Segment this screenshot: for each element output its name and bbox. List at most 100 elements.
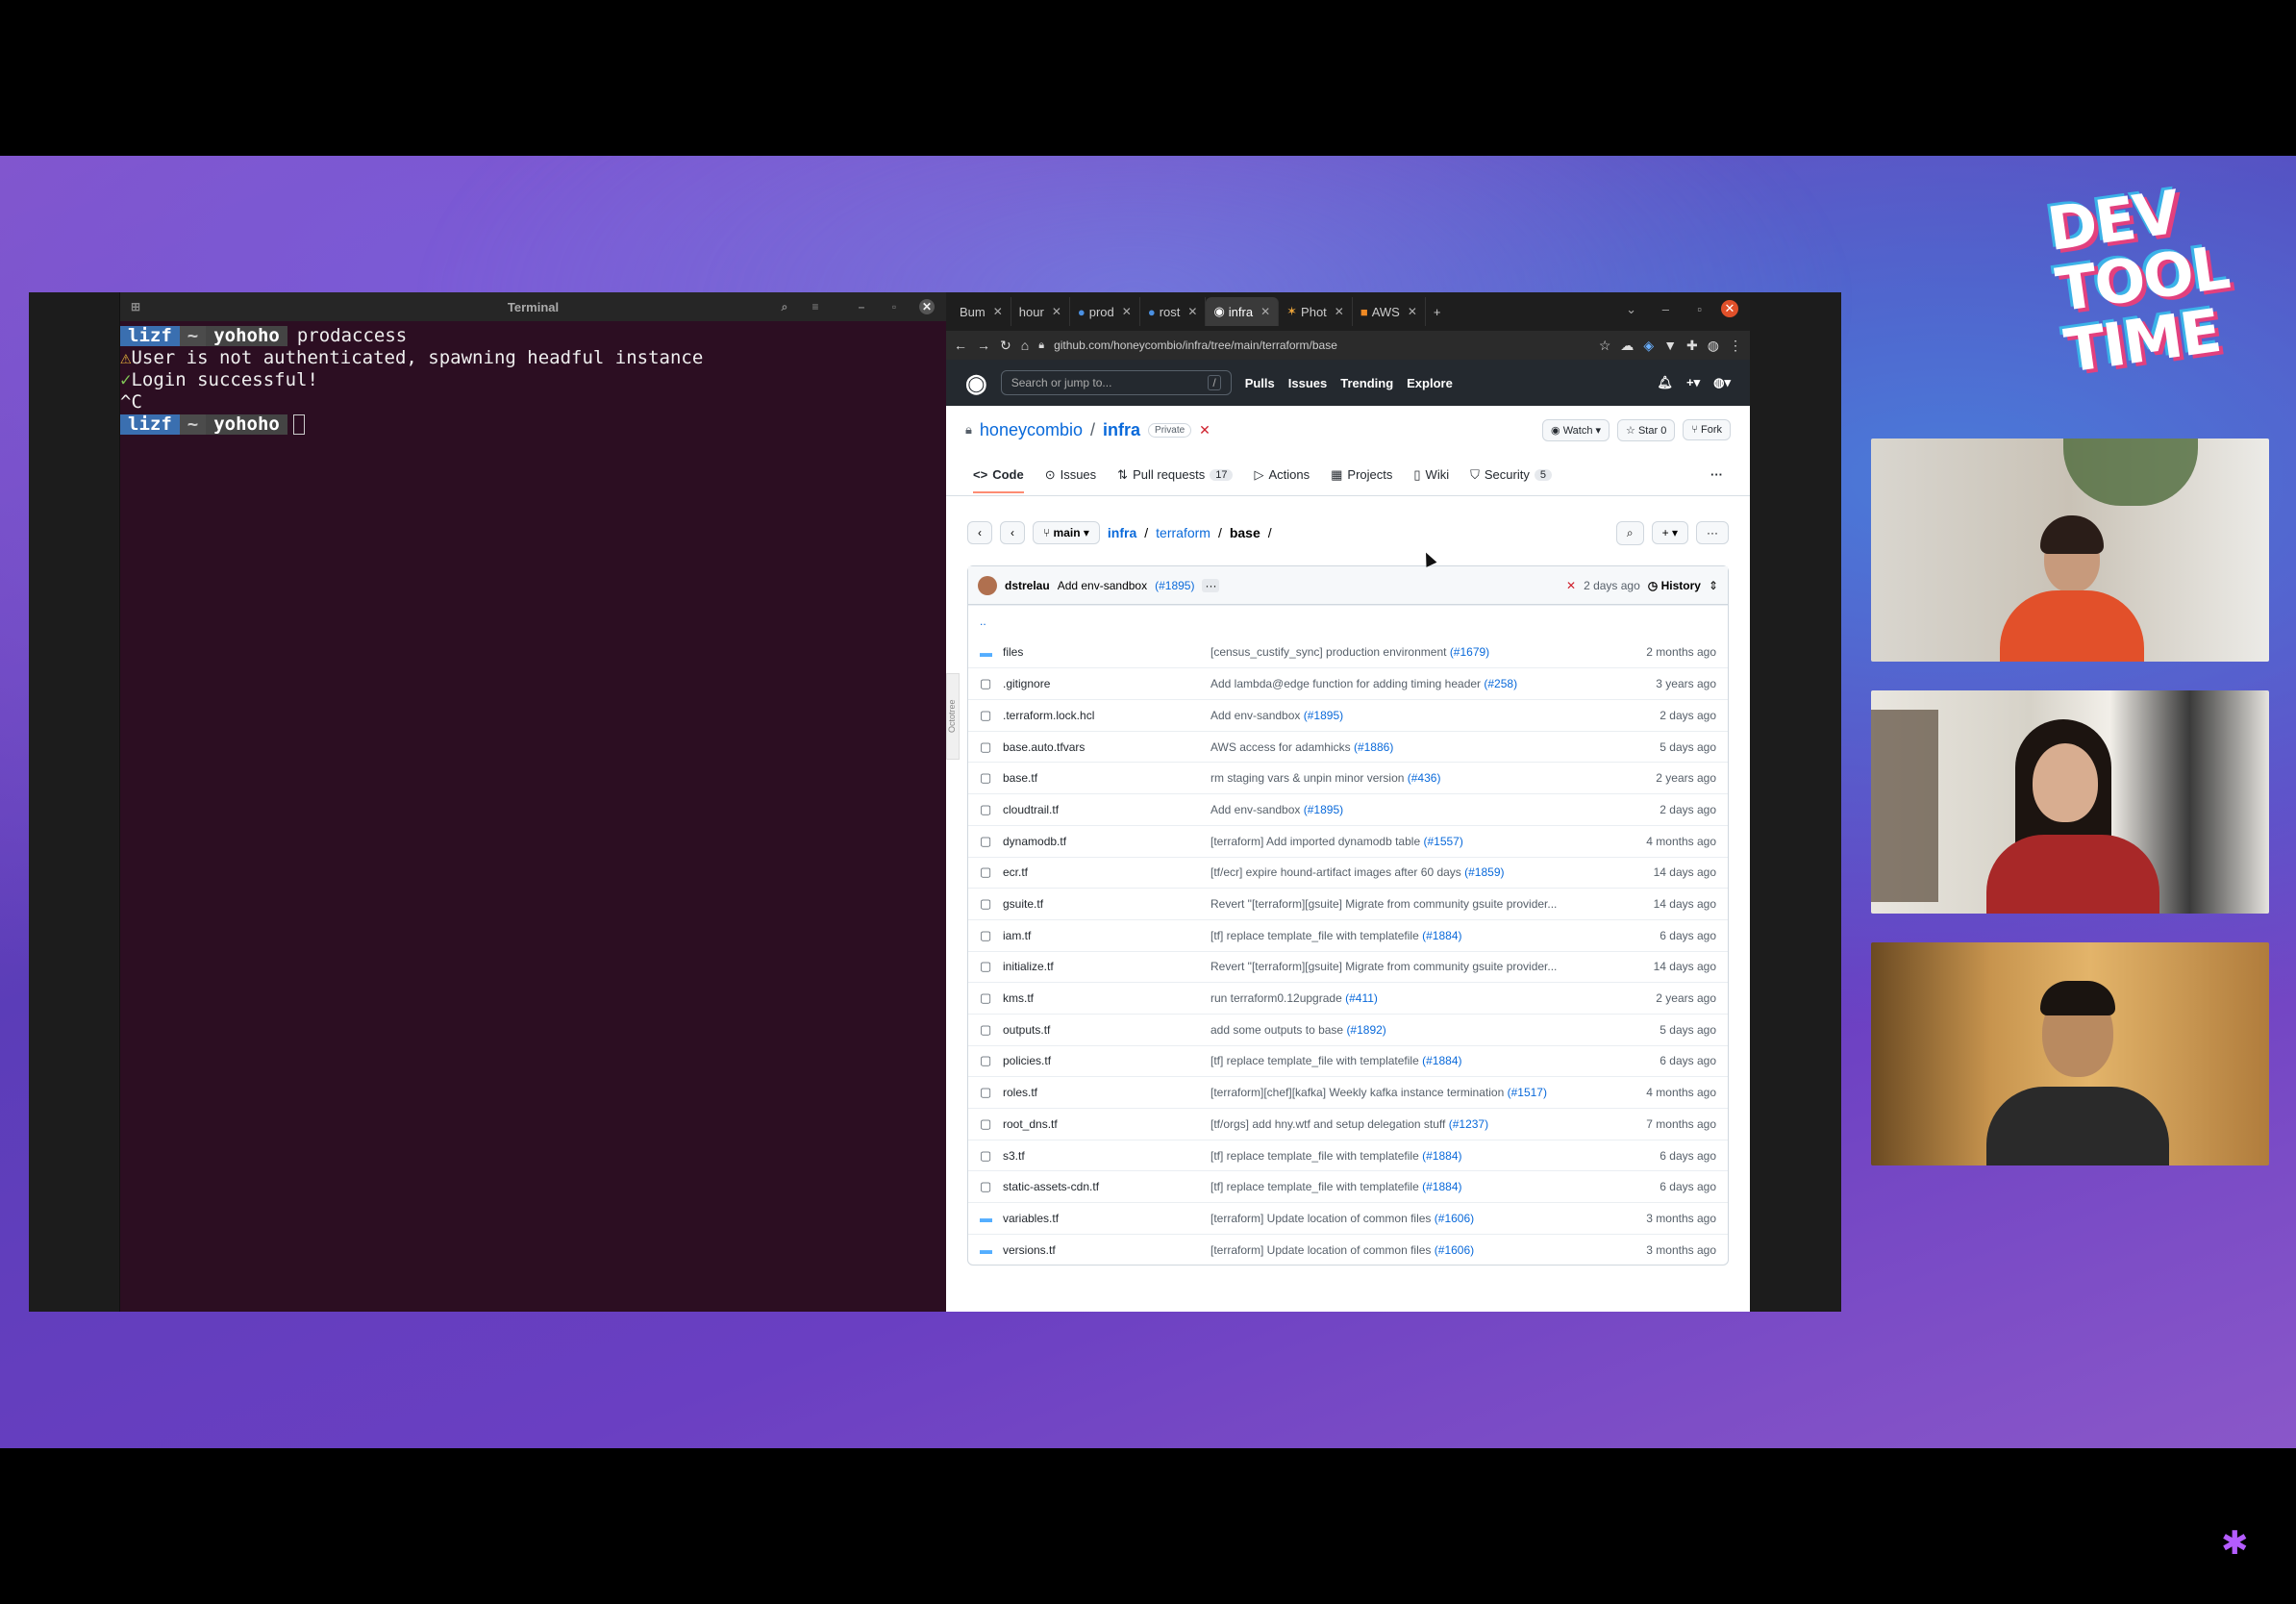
extension-icon[interactable]: ◈ (1643, 338, 1654, 354)
commit-pr-link[interactable]: (#1895) (1304, 803, 1343, 816)
parent-dir-link[interactable]: .. (980, 614, 986, 628)
browser-tab[interactable]: Bum ✕ (952, 297, 1011, 326)
back-icon[interactable]: ← (954, 338, 967, 353)
file-name[interactable]: iam.tf (995, 929, 1210, 942)
close-tab-icon[interactable]: ✕ (1122, 305, 1132, 318)
file-row[interactable]: ▢ .terraform.lock.hcl Add env-sandbox (#18… (968, 699, 1728, 731)
commit-pr-link[interactable]: (#1859) (1464, 865, 1504, 879)
menu-icon[interactable]: ≡ (808, 299, 823, 314)
chevron-left-icon[interactable]: ‹ (967, 521, 992, 544)
close-icon[interactable]: ✕ (1199, 422, 1210, 439)
tab-wiki[interactable]: ▯ Wiki (1413, 467, 1449, 483)
file-commit-message[interactable]: run terraform0.12upgrade (#411) (1210, 991, 1630, 1005)
file-commit-message[interactable]: [terraform] Update location of common fi… (1210, 1212, 1630, 1225)
file-row[interactable]: ▢ policies.tf [tf] replace template_file w… (968, 1044, 1728, 1077)
file-row[interactable]: ▢ .gitignore Add lambda@edge function for … (968, 667, 1728, 699)
nav-explore[interactable]: Explore (1407, 376, 1453, 390)
avatar[interactable] (978, 575, 997, 595)
commit-pr-link[interactable]: (#1557) (1423, 835, 1462, 848)
minimize-icon[interactable]: – (1662, 302, 1669, 316)
search-icon[interactable]: ⌕ (1615, 520, 1644, 545)
file-commit-message[interactable]: AWS access for adamhicks (#1886) (1210, 740, 1630, 754)
file-row[interactable]: ▢ dynamodb.tf [terraform] Add imported dyn… (968, 824, 1728, 857)
commit-pr-link[interactable]: (#258) (1484, 677, 1517, 690)
branch-selector[interactable]: ⑂ main ▾ (1033, 521, 1100, 544)
commit-pr-link[interactable]: (#1884) (1422, 929, 1461, 942)
new-tab-button[interactable]: + (1426, 297, 1449, 326)
file-row[interactable]: ▢ cloudtrail.tf Add env-sandbox (#1895) 2 d… (968, 793, 1728, 825)
file-row[interactable]: ▬ versions.tf [terraform] Update location … (968, 1233, 1728, 1266)
file-row[interactable]: ▢ root_dns.tf [tf/orgs] add hny.wtf and se… (968, 1108, 1728, 1140)
close-icon[interactable]: ✕ (919, 299, 935, 314)
file-name[interactable]: .terraform.lock.hcl (995, 709, 1210, 722)
file-name[interactable]: s3.tf (995, 1149, 1210, 1163)
file-row[interactable]: ▢ iam.tf [tf] replace template_file with t… (968, 918, 1728, 951)
search-icon[interactable]: ⌕ (777, 299, 792, 314)
tab-security[interactable]: ⛉ Security 5 (1470, 467, 1552, 483)
commit-pr-link[interactable]: (#1884) (1422, 1180, 1461, 1193)
browser-tab[interactable]: ● prod ✕ (1070, 297, 1140, 326)
commit-author[interactable]: dstrelau (1005, 579, 1050, 592)
star-button[interactable]: ☆ Star 0 (1617, 418, 1676, 441)
close-tab-icon[interactable]: ✕ (1408, 305, 1417, 318)
search-input[interactable]: Search or jump to... / (1000, 370, 1232, 395)
file-name[interactable]: outputs.tf (995, 1023, 1210, 1037)
file-commit-message[interactable]: [terraform][chef][kafka] Weekly kafka in… (1210, 1086, 1630, 1099)
file-name[interactable]: files (995, 645, 1210, 659)
file-commit-message[interactable]: [tf/ecr] expire hound-artifact images af… (1210, 865, 1630, 879)
breadcrumb-root[interactable]: infra (1108, 525, 1136, 540)
file-row[interactable]: ▢ outputs.tf add some outputs to base (#18… (968, 1013, 1728, 1045)
file-commit-message[interactable]: Add env-sandbox (#1895) (1210, 803, 1630, 816)
file-commit-message[interactable]: [tf] replace template_file with template… (1210, 1054, 1630, 1067)
file-row[interactable]: ▢ roles.tf [terraform][chef][kafka] Weekly… (968, 1076, 1728, 1108)
file-row[interactable]: ▢ base.tf rm staging vars & unpin minor ve… (968, 762, 1728, 793)
forward-icon[interactable]: → (977, 338, 990, 353)
tab-projects[interactable]: ▦ Projects (1331, 467, 1392, 483)
file-commit-message[interactable]: Revert "[terraform][gsuite] Migrate from… (1210, 897, 1630, 911)
add-file-button[interactable]: + ▾ (1651, 521, 1688, 544)
file-commit-message[interactable]: [tf] replace template_file with template… (1210, 929, 1630, 942)
file-name[interactable]: policies.tf (995, 1054, 1210, 1067)
repo-owner-link[interactable]: honeycombio (980, 420, 1083, 440)
file-commit-message[interactable]: add some outputs to base (#1892) (1210, 1023, 1630, 1037)
new-tab-icon[interactable]: ⊞ (128, 299, 143, 314)
file-commit-message[interactable]: Add env-sandbox (#1895) (1210, 709, 1630, 722)
tab-actions[interactable]: ▷ Actions (1254, 467, 1310, 483)
file-commit-message[interactable]: [tf] replace template_file with template… (1210, 1149, 1630, 1163)
minimize-icon[interactable]: – (854, 299, 869, 314)
file-row[interactable]: ▬ files [census_custify_sync] production e… (968, 637, 1728, 668)
file-commit-message[interactable]: [terraform] Update location of common fi… (1210, 1243, 1630, 1257)
file-commit-message[interactable]: Revert "[terraform][gsuite] Migrate from… (1210, 960, 1630, 973)
browser-window[interactable]: Bum ✕ hour ✕ ● prod ✕ ● rost ✕ ◉ infra ✕ ✶ Phot ✕ … (946, 292, 1750, 1312)
file-name[interactable]: base.auto.tfvars (995, 740, 1210, 754)
commit-pr-link[interactable]: (#436) (1408, 771, 1441, 785)
expand-tree-icon[interactable]: ⇕ (1709, 579, 1718, 592)
file-row[interactable]: ▢ initialize.tf Revert "[terraform][gsuite… (968, 950, 1728, 983)
watch-button[interactable]: ◉ Watch ▾ (1542, 418, 1610, 441)
file-row[interactable]: ▢ gsuite.tf Revert "[terraform][gsuite] Mi… (968, 888, 1728, 919)
commit-pr-link[interactable]: (#1884) (1422, 1149, 1461, 1163)
commit-pr-link[interactable]: (#1884) (1422, 1054, 1461, 1067)
reload-icon[interactable]: ↻ (1000, 338, 1011, 354)
more-icon[interactable]: ··· (1710, 467, 1723, 482)
file-commit-message[interactable]: Add lambda@edge function for adding timi… (1210, 677, 1630, 690)
nav-pulls[interactable]: Pulls (1245, 376, 1275, 390)
status-fail-icon[interactable]: ✕ (1566, 579, 1576, 592)
file-name[interactable]: initialize.tf (995, 960, 1210, 973)
commit-pr-link[interactable]: (#1606) (1435, 1212, 1474, 1225)
chevron-down-icon[interactable]: ⌄ (1626, 302, 1636, 317)
file-row[interactable]: ▢ base.auto.tfvars AWS access for adamhick… (968, 730, 1728, 763)
file-row[interactable]: ▢ kms.tf run terraform0.12upgrade (#411) 2 … (968, 982, 1728, 1014)
file-row[interactable]: ▢ static-assets-cdn.tf [tf] replace templa… (968, 1170, 1728, 1202)
commit-pr-link[interactable]: (#1895) (1304, 709, 1343, 722)
tab-pull-requests[interactable]: ⇅ Pull requests 17 (1117, 467, 1234, 483)
file-commit-message[interactable]: [census_custify_sync] production environ… (1210, 645, 1630, 659)
kebab-menu-icon[interactable]: ⋮ (1729, 338, 1742, 354)
terminal-output[interactable]: lizf ~ yohoho prodaccess ⚠ User is not a… (120, 321, 946, 436)
file-row[interactable]: ▢ s3.tf [tf] replace template_file with te… (968, 1139, 1728, 1171)
file-name[interactable]: kms.tf (995, 991, 1210, 1005)
browser-tab[interactable]: ● rost ✕ (1140, 297, 1207, 326)
file-commit-message[interactable]: [terraform] Add imported dynamodb table … (1210, 835, 1630, 848)
user-avatar[interactable]: ◍▾ (1713, 375, 1731, 390)
breadcrumb-mid[interactable]: terraform (1156, 525, 1210, 540)
